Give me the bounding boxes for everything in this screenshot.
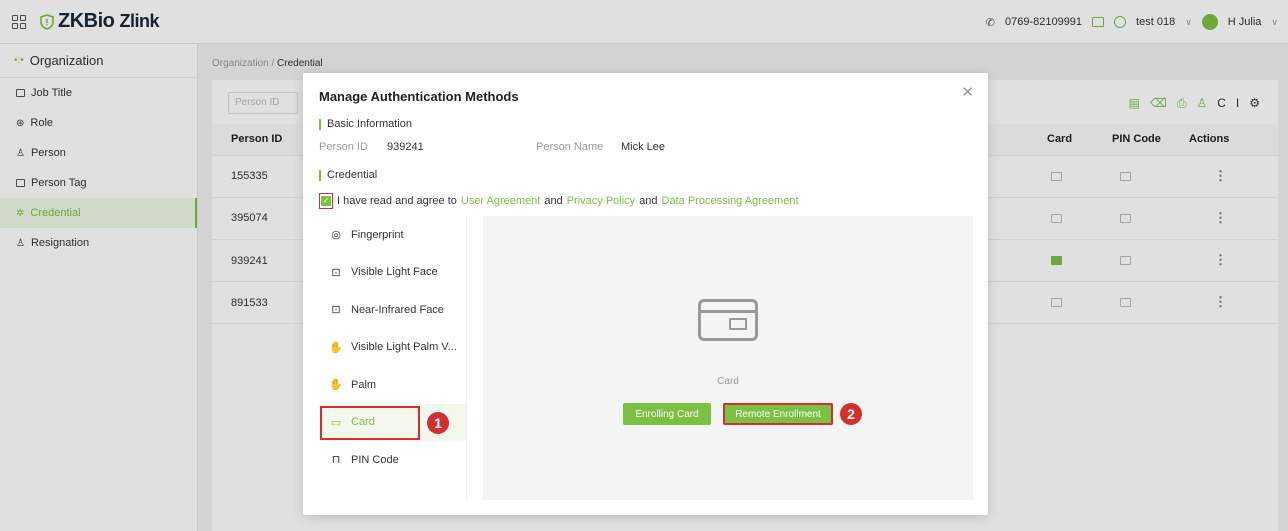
method-pin-code[interactable]: ⊓ PIN Code bbox=[319, 441, 466, 479]
palm-vein-icon: ✋ bbox=[329, 341, 343, 354]
manage-auth-modal: Manage Authentication Methods ✕ Basic In… bbox=[303, 73, 988, 515]
card-method-highlight bbox=[320, 406, 420, 440]
data-processing-agreement-link[interactable]: Data Processing Agreement bbox=[662, 195, 799, 207]
section-credential: Credential bbox=[319, 170, 377, 181]
fingerprint-icon: ◎ bbox=[331, 229, 341, 242]
step-badge-2: 2 bbox=[840, 403, 862, 425]
method-palm[interactable]: ✋ Palm bbox=[319, 366, 466, 404]
and-text: and bbox=[639, 195, 658, 207]
close-icon[interactable]: ✕ bbox=[961, 83, 974, 101]
privacy-policy-link[interactable]: Privacy Policy bbox=[567, 195, 635, 207]
method-visible-light-face[interactable]: ⊡ Visible Light Face bbox=[319, 254, 466, 292]
agreement-row: ✓ I have read and agree to User Agreemen… bbox=[319, 193, 799, 209]
and-text: and bbox=[544, 195, 563, 207]
method-label: Palm bbox=[351, 378, 377, 391]
method-label: Near-Infrared Face bbox=[351, 303, 444, 316]
auth-method-list: ◎ Fingerprint ⊡ Visible Light Face ⊡ Near-I… bbox=[319, 216, 467, 500]
ir-face-icon: ⊡ bbox=[331, 304, 341, 317]
card-icon bbox=[698, 299, 758, 341]
step-badge-1: 1 bbox=[427, 412, 449, 434]
face-icon: ⊡ bbox=[331, 266, 341, 279]
person-name-value: Mick Lee bbox=[621, 141, 666, 153]
person-id-value: 939241 bbox=[387, 141, 424, 153]
method-label: PIN Code bbox=[351, 453, 399, 466]
method-label: Fingerprint bbox=[351, 228, 404, 241]
method-fingerprint[interactable]: ◎ Fingerprint bbox=[319, 216, 466, 254]
card-caption: Card bbox=[717, 376, 739, 387]
section-basic-info: Basic Information bbox=[319, 119, 412, 130]
agree-checkbox-highlight[interactable]: ✓ bbox=[319, 193, 333, 209]
agree-text: I have read and agree to bbox=[337, 195, 457, 207]
person-name-label: Person Name bbox=[536, 141, 604, 153]
enrolling-card-button[interactable]: Enrolling Card bbox=[623, 403, 711, 425]
user-agreement-link[interactable]: User Agreement bbox=[461, 195, 540, 207]
remote-enrollment-button[interactable]: Remote Enrollment bbox=[723, 403, 833, 425]
card-enroll-panel: Card Enrolling Card Remote Enrollment 2 bbox=[483, 216, 973, 500]
palm-icon: ✋ bbox=[329, 379, 343, 392]
method-label: Visible Light Face bbox=[351, 266, 438, 279]
modal-title: Manage Authentication Methods bbox=[319, 89, 519, 104]
agree-checkbox[interactable]: ✓ bbox=[321, 196, 331, 206]
lock-icon: ⊓ bbox=[331, 454, 341, 467]
method-visible-light-palm-vein[interactable]: ✋ Visible Light Palm V... bbox=[319, 329, 466, 367]
person-id-label: Person ID bbox=[319, 141, 368, 153]
method-near-infrared-face[interactable]: ⊡ Near-Infrared Face bbox=[319, 291, 466, 329]
method-label: Visible Light Palm V... bbox=[351, 341, 457, 354]
